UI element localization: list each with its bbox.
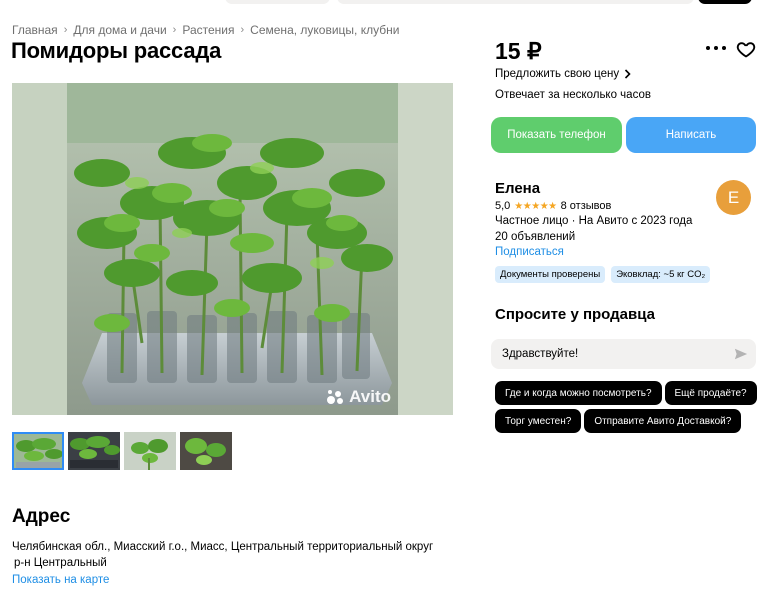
show-on-map-link[interactable]: Показать на карте	[12, 574, 109, 586]
thumbnail-2[interactable]	[68, 432, 120, 470]
page-title: Помидоры рассада	[11, 38, 222, 63]
search-button-fragment[interactable]	[698, 0, 752, 4]
avito-watermark: Avito	[326, 387, 391, 407]
chevron-right-icon: ›	[240, 24, 245, 36]
tomato-seedlings-photo	[12, 83, 453, 415]
header-fragment	[225, 0, 330, 4]
seller-badges: Документы проверены Эковклад: ~5 кг CO₂	[495, 266, 711, 283]
breadcrumb: Главная › Для дома и дачи › Растения › С…	[12, 23, 399, 37]
eco-contribution-badge[interactable]: Эковклад: ~5 кг CO₂	[611, 266, 711, 283]
seller-name[interactable]: Елена	[495, 180, 540, 197]
photo-thumbnails	[12, 432, 232, 470]
quick-question-chip[interactable]: Где и когда можно посмотреть?	[495, 381, 662, 405]
reviews-link[interactable]: 8 отзывов	[561, 200, 612, 212]
price: 15 ₽	[495, 38, 542, 64]
thumbnail-4[interactable]	[180, 432, 232, 470]
quick-question-chip[interactable]: Отправите Авито Доставкой?	[584, 409, 742, 433]
breadcrumb-item-seeds[interactable]: Семена, луковицы, клубни	[250, 23, 399, 37]
ask-seller-title: Спросите у продавца	[495, 306, 655, 323]
thumbnail-1[interactable]	[12, 432, 64, 470]
quick-question-chip[interactable]: Ещё продаёте?	[664, 381, 757, 405]
more-options-icon[interactable]	[706, 40, 726, 56]
breadcrumb-item-home[interactable]: Главная	[12, 23, 58, 37]
thumbnail-3[interactable]	[124, 432, 176, 470]
quick-question-chip[interactable]: Торг уместен?	[495, 409, 582, 433]
seller-listings-count[interactable]: 20 объявлений	[495, 231, 575, 243]
write-message-button[interactable]: Написать	[626, 117, 756, 153]
avatar[interactable]: Е	[716, 180, 751, 215]
chevron-right-icon: ›	[172, 24, 177, 36]
address-line: Челябинская обл., Миасский г.о., Миасс, …	[12, 541, 434, 553]
chevron-right-icon: ›	[63, 24, 68, 36]
offer-price-link[interactable]: Предложить свою цену	[495, 68, 631, 80]
heart-icon[interactable]	[736, 39, 756, 59]
avito-logo-icon	[327, 390, 344, 404]
rating-value: 5,0	[495, 200, 511, 212]
subscribe-link[interactable]: Подписаться	[495, 246, 564, 258]
send-icon[interactable]	[734, 347, 748, 361]
documents-verified-badge: Документы проверены	[495, 266, 606, 283]
show-phone-button[interactable]: Показать телефон	[491, 117, 622, 153]
search-bar-fragment[interactable]	[337, 0, 694, 4]
quick-questions: Где и когда можно посмотреть? Ещё продаё…	[495, 381, 757, 433]
response-time: Отвечает за несколько часов	[495, 89, 651, 101]
rating-stars-icon: ★★★★★	[514, 200, 557, 212]
address-district: р-н Центральный	[14, 557, 107, 569]
header-remnant	[0, 0, 760, 6]
address-title: Адрес	[12, 506, 71, 527]
message-input[interactable]: Здравствуйте!	[491, 339, 756, 369]
breadcrumb-item-plants[interactable]: Растения	[182, 23, 234, 37]
main-photo[interactable]: Avito	[12, 83, 453, 415]
breadcrumb-item-home-garden[interactable]: Для дома и дачи	[73, 23, 166, 37]
seller-rating: 5,0 ★★★★★ 8 отзывов	[495, 200, 611, 212]
seller-type: Частное лицо · На Авито с 2023 года	[495, 215, 693, 227]
chevron-right-icon	[625, 69, 631, 79]
